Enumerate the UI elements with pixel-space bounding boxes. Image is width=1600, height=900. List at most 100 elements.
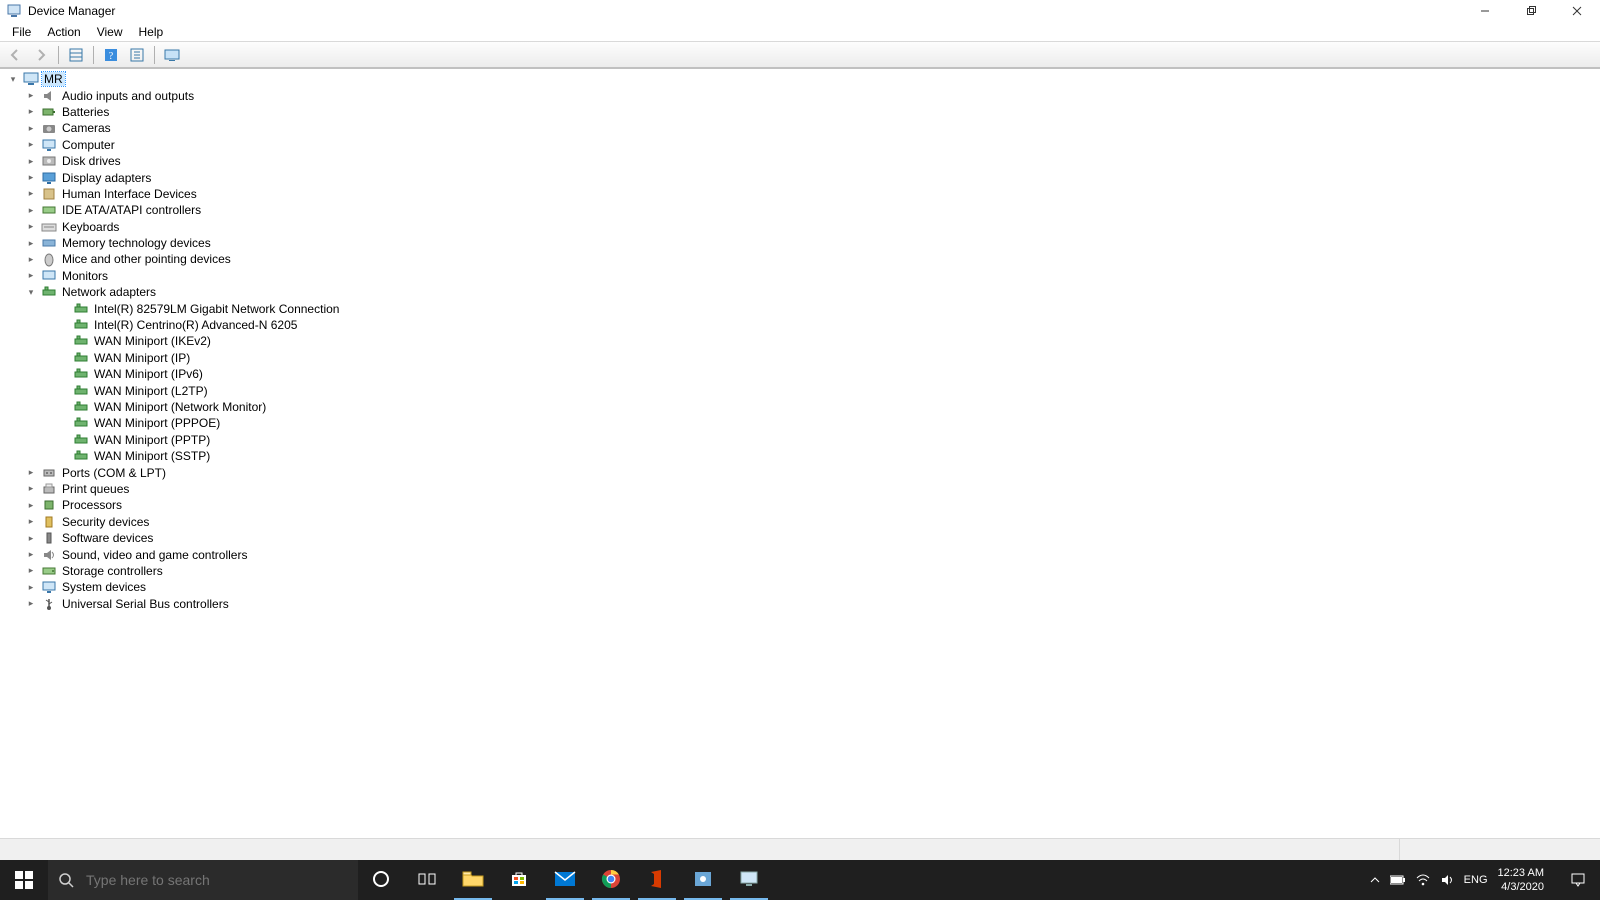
expand-icon[interactable]: ▸ [24,252,38,266]
taskbar-app-cortana[interactable] [358,860,404,900]
tree-device[interactable]: WAN Miniport (Network Monitor) [2,399,1600,415]
tree-category[interactable]: ▸ Security devices [2,514,1600,530]
tree-device[interactable]: WAN Miniport (IP) [2,350,1600,366]
toolbar-show-hidden-button[interactable] [65,44,87,66]
tree-category[interactable]: ▸ Computer [2,137,1600,153]
expand-icon[interactable]: ▸ [24,89,38,103]
tree-category[interactable]: ▸ System devices [2,579,1600,595]
tree-root[interactable]: ▾ MR [2,71,1600,87]
expand-icon[interactable]: ▸ [24,466,38,480]
battery-icon[interactable] [1390,874,1406,886]
collapse-icon[interactable]: ▾ [6,72,20,86]
expand-icon[interactable]: ▸ [24,105,38,119]
tree-device[interactable]: WAN Miniport (PPPOE) [2,415,1600,431]
toolbar-forward-button[interactable] [30,44,52,66]
tree-category[interactable]: ▾ Network adapters [2,284,1600,300]
taskbar-app-task-view[interactable] [404,860,450,900]
tree-category[interactable]: ▸ Sound, video and game controllers [2,546,1600,562]
tree-category[interactable]: ▸ Processors [2,497,1600,513]
tree-category[interactable]: ▸ Mice and other pointing devices [2,251,1600,267]
toolbar-scan-button[interactable] [161,44,183,66]
tree-category[interactable]: ▸ Cameras [2,120,1600,136]
tray-clock[interactable]: 12:23 AM 4/3/2020 [1498,866,1548,894]
minimize-button[interactable] [1462,0,1508,22]
toolbar-properties-button[interactable] [126,44,148,66]
mouse-icon [41,251,57,267]
expand-icon[interactable]: ▸ [24,236,38,250]
network-adapter-icon [73,350,89,366]
tree-category[interactable]: ▸ Ports (COM & LPT) [2,464,1600,480]
tree-category[interactable]: ▸ Software devices [2,530,1600,546]
taskbar-app-settings-app[interactable] [680,860,726,900]
expand-icon[interactable]: ▸ [24,187,38,201]
tree-device-label: WAN Miniport (PPPOE) [92,416,222,430]
toolbar-back-button[interactable] [4,44,26,66]
taskbar-search[interactable] [48,860,358,900]
expand-icon[interactable]: ▸ [24,515,38,529]
tree-category-label: Display adapters [60,171,153,185]
tree-category[interactable]: ▸ Human Interface Devices [2,186,1600,202]
tree-category[interactable]: ▸ Keyboards [2,219,1600,235]
expand-icon[interactable]: ▸ [24,154,38,168]
battery-icon [41,104,57,120]
tree-category[interactable]: ▸ Print queues [2,481,1600,497]
expand-icon[interactable]: ▸ [24,203,38,217]
system-tray[interactable]: ENG 12:23 AM 4/3/2020 [1362,860,1556,900]
camera-icon [41,120,57,136]
tree-device[interactable]: Intel(R) 82579LM Gigabit Network Connect… [2,300,1600,316]
network-adapter-icon [73,399,89,415]
tree-category[interactable]: ▸ Universal Serial Bus controllers [2,596,1600,612]
tree-device[interactable]: Intel(R) Centrino(R) Advanced-N 6205 [2,317,1600,333]
tree-category[interactable]: ▸ Monitors [2,268,1600,284]
taskbar-app-office[interactable] [634,860,680,900]
tree-category[interactable]: ▸ Storage controllers [2,563,1600,579]
toolbar-help-button[interactable]: ? [100,44,122,66]
tree-device[interactable]: WAN Miniport (IPv6) [2,366,1600,382]
collapse-icon[interactable]: ▾ [24,285,38,299]
expand-icon[interactable]: ▸ [24,597,38,611]
taskbar-app-mail[interactable] [542,860,588,900]
expand-icon[interactable]: ▸ [24,171,38,185]
tree-device[interactable]: WAN Miniport (SSTP) [2,448,1600,464]
tray-time: 12:23 AM [1498,866,1544,880]
tree-device[interactable]: WAN Miniport (IKEv2) [2,333,1600,349]
menu-file[interactable]: File [4,23,39,41]
maximize-button[interactable] [1508,0,1554,22]
menu-help[interactable]: Help [131,23,172,41]
taskbar-app-file-explorer[interactable] [450,860,496,900]
close-button[interactable] [1554,0,1600,22]
network-icon [41,284,57,300]
tree-category[interactable]: ▸ IDE ATA/ATAPI controllers [2,202,1600,218]
tray-language[interactable]: ENG [1464,874,1488,886]
taskbar-search-input[interactable] [84,871,348,889]
taskbar-app-device-manager[interactable] [726,860,772,900]
expand-icon[interactable]: ▸ [24,138,38,152]
wifi-icon[interactable] [1416,873,1430,887]
tree-category[interactable]: ▸ Memory technology devices [2,235,1600,251]
tray-chevron-up-icon[interactable] [1370,875,1380,885]
expand-icon[interactable]: ▸ [24,531,38,545]
tree-device[interactable]: WAN Miniport (PPTP) [2,432,1600,448]
tree-category[interactable]: ▸ Disk drives [2,153,1600,169]
tree-device[interactable]: WAN Miniport (L2TP) [2,382,1600,398]
menu-view[interactable]: View [89,23,131,41]
volume-icon[interactable] [1440,873,1454,887]
expand-icon[interactable]: ▸ [24,548,38,562]
tree-device-label: WAN Miniport (SSTP) [92,449,212,463]
expand-icon[interactable]: ▸ [24,482,38,496]
tree-category[interactable]: ▸ Batteries [2,104,1600,120]
taskbar-app-chrome[interactable] [588,860,634,900]
expand-icon[interactable]: ▸ [24,269,38,283]
start-button[interactable] [0,860,48,900]
expand-icon[interactable]: ▸ [24,121,38,135]
menu-action[interactable]: Action [39,23,88,41]
action-center-button[interactable] [1556,860,1600,900]
expand-icon[interactable]: ▸ [24,498,38,512]
expand-icon[interactable]: ▸ [24,564,38,578]
taskbar-app-microsoft-store[interactable] [496,860,542,900]
tree-category[interactable]: ▸ Display adapters [2,169,1600,185]
expand-icon[interactable]: ▸ [24,220,38,234]
tree-category[interactable]: ▸ Audio inputs and outputs [2,87,1600,103]
device-tree[interactable]: ▾ MR ▸ Audio inputs and outputs ▸ Batter… [0,68,1600,781]
expand-icon[interactable]: ▸ [24,580,38,594]
